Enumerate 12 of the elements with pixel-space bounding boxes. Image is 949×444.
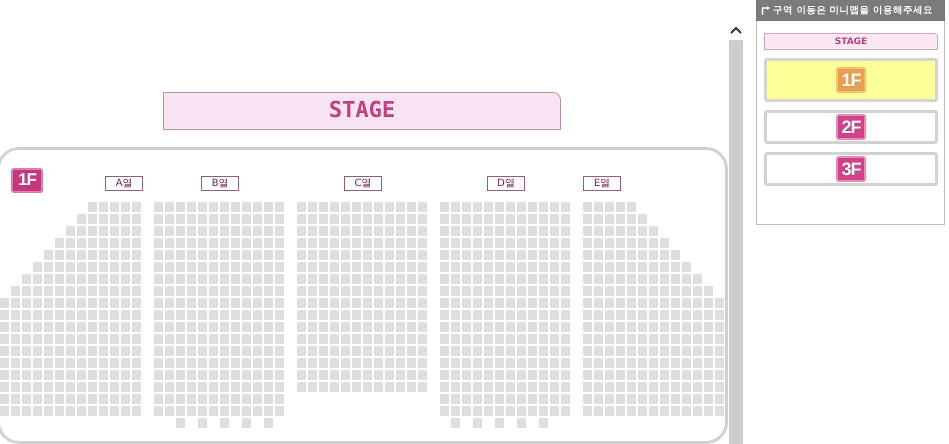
minimap-hint: 구역 이동은 미니맵을 이용해주세요	[773, 4, 933, 17]
section-label: A열	[105, 176, 143, 191]
section-label: D열	[487, 176, 525, 191]
floor-button[interactable]: 3F	[764, 152, 938, 186]
stage-block: STAGE	[163, 92, 561, 130]
minimap-stage: STAGE	[764, 33, 938, 50]
floor-badge: 1F	[11, 168, 43, 193]
section-label: C열	[344, 176, 382, 191]
floor-button[interactable]: 1F	[764, 58, 938, 102]
floor-button[interactable]: 2F	[764, 110, 938, 144]
section-label: B열	[201, 176, 239, 191]
section-label: E열	[583, 176, 621, 191]
